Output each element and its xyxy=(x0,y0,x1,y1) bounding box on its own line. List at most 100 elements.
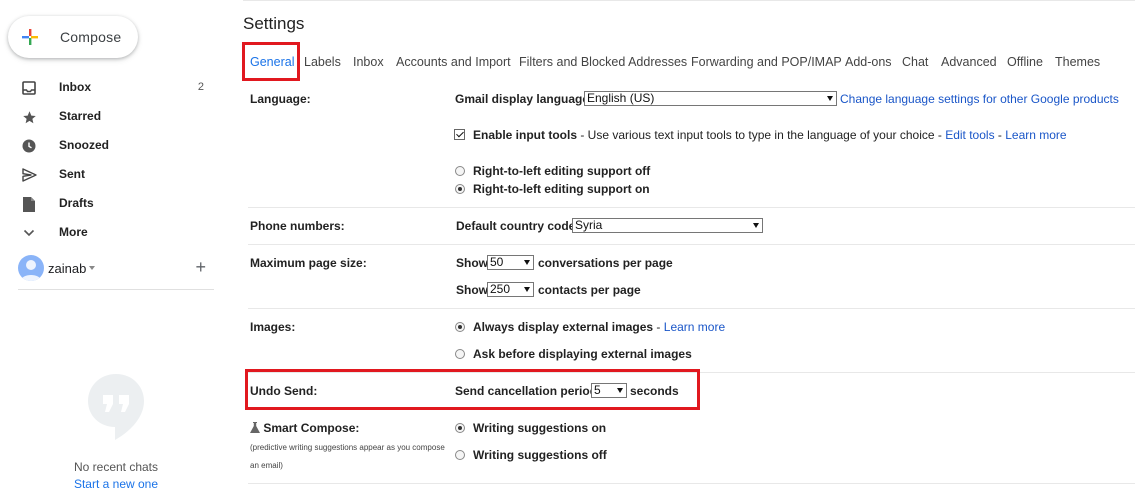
page-size-label: Maximum page size: xyxy=(250,256,367,270)
show-label: Show xyxy=(456,256,488,270)
add-icon[interactable]: + xyxy=(195,257,206,278)
sidebar-item-label: More xyxy=(59,225,88,239)
country-code-select[interactable]: Syria xyxy=(572,218,763,233)
ask-before-radio[interactable] xyxy=(455,349,465,359)
input-tools-line: Enable input tools - Use various text in… xyxy=(473,128,1067,142)
avatar xyxy=(18,255,44,281)
separator: - xyxy=(994,128,1006,142)
always-display-line: Always display external images - Learn m… xyxy=(473,320,725,334)
flask-icon xyxy=(250,422,260,433)
images-label: Images: xyxy=(250,320,296,334)
row-divider xyxy=(248,244,1135,245)
dropdown-arrow-icon xyxy=(524,260,530,265)
dropdown-arrow-icon xyxy=(753,223,759,228)
hangouts-icon xyxy=(88,374,144,440)
row-divider xyxy=(248,483,1135,484)
tab-forwarding[interactable]: Forwarding and POP/IMAP xyxy=(691,55,842,69)
rtl-off-radio[interactable] xyxy=(455,166,465,176)
sidebar-item-drafts[interactable]: Drafts xyxy=(0,189,230,218)
always-display-radio[interactable] xyxy=(455,322,465,332)
highlight-box xyxy=(245,369,700,410)
rtl-on-label: Right-to-left editing support on xyxy=(473,182,650,196)
account-name: zainab xyxy=(48,261,87,276)
dropdown-arrow-icon xyxy=(827,96,833,101)
tab-filters[interactable]: Filters and Blocked Addresses xyxy=(519,55,687,69)
draft-icon xyxy=(21,196,37,212)
sidebar-item-sent[interactable]: Sent xyxy=(0,160,230,189)
writing-suggestions-off-radio[interactable] xyxy=(455,450,465,460)
chevron-down-icon xyxy=(21,225,37,241)
sidebar-item-starred[interactable]: Starred xyxy=(0,102,230,131)
start-chat-link[interactable]: Start a new one xyxy=(0,477,232,491)
row-divider xyxy=(248,308,1135,309)
select-value: Syria xyxy=(575,218,603,232)
input-tools-desc: - Use various text input tools to type i… xyxy=(577,128,946,142)
tab-labels[interactable]: Labels xyxy=(304,55,341,69)
settings-panel: Settings General Labels Inbox Accounts a… xyxy=(230,0,1135,485)
separator: - xyxy=(653,320,664,334)
sidebar-item-more[interactable]: More xyxy=(0,218,230,247)
sidebar-item-snoozed[interactable]: Snoozed xyxy=(0,131,230,160)
tab-add-ons[interactable]: Add-ons xyxy=(845,55,892,69)
sidebar-item-label: Starred xyxy=(59,109,102,123)
send-icon xyxy=(21,167,37,183)
smart-compose-note: (predictive writing suggestions appear a… xyxy=(250,443,445,452)
writing-suggestions-on-radio[interactable] xyxy=(455,423,465,433)
caret-down-icon[interactable] xyxy=(89,266,95,270)
change-language-link[interactable]: Change language settings for other Googl… xyxy=(840,92,1119,106)
sidebar-item-label: Inbox xyxy=(59,80,91,94)
divider xyxy=(18,289,214,290)
learn-more-link[interactable]: Learn more xyxy=(664,320,725,334)
no-chats-text: No recent chats xyxy=(73,460,159,474)
select-value: English (US) xyxy=(587,91,655,105)
tab-accounts-and-import[interactable]: Accounts and Import xyxy=(396,55,511,69)
sidebar-item-label: Drafts xyxy=(59,196,94,210)
star-icon xyxy=(21,109,37,125)
rtl-on-radio[interactable] xyxy=(455,184,465,194)
sidebar-item-label: Sent xyxy=(59,167,86,181)
contacts-per-page-select[interactable]: 250 xyxy=(487,282,534,297)
display-language-select[interactable]: English (US) xyxy=(584,91,837,106)
input-tools-label: Enable input tools xyxy=(473,128,577,142)
divider xyxy=(243,0,1135,1)
show-label: Show xyxy=(456,283,488,297)
country-code-label: Default country code: xyxy=(456,219,580,233)
conversations-suffix: conversations per page xyxy=(538,256,673,270)
writing-suggestions-on-label: Writing suggestions on xyxy=(473,421,607,435)
learn-more-link[interactable]: Learn more xyxy=(1005,128,1066,142)
conversations-per-page-select[interactable]: 50 xyxy=(487,255,534,270)
contacts-suffix: contacts per page xyxy=(538,283,641,297)
plus-icon xyxy=(22,29,38,45)
display-language-label: Gmail display language: xyxy=(455,92,594,106)
sidebar: Compose Inbox 2 Starred Snoozed Sent Dra… xyxy=(0,0,230,491)
edit-tools-link[interactable]: Edit tools xyxy=(945,128,994,142)
select-value: 250 xyxy=(490,282,511,296)
page-title: Settings xyxy=(243,14,305,33)
ask-before-label: Ask before displaying external images xyxy=(473,347,692,361)
tab-offline[interactable]: Offline xyxy=(1007,55,1043,69)
compose-label: Compose xyxy=(60,29,122,45)
tab-chat[interactable]: Chat xyxy=(902,55,928,69)
language-label: Language: xyxy=(250,92,311,106)
unread-count: 2 xyxy=(197,81,204,93)
input-tools-checkbox[interactable] xyxy=(454,129,465,140)
row-divider xyxy=(248,207,1135,208)
writing-suggestions-off-label: Writing suggestions off xyxy=(473,448,607,462)
highlight-box xyxy=(242,42,300,81)
dropdown-arrow-icon xyxy=(524,287,530,292)
tab-themes[interactable]: Themes xyxy=(1055,55,1100,69)
select-value: 50 xyxy=(490,255,504,269)
sidebar-item-label: Snoozed xyxy=(59,138,109,152)
sidebar-item-inbox[interactable]: Inbox 2 xyxy=(0,73,230,102)
tab-inbox[interactable]: Inbox xyxy=(353,55,384,69)
inbox-icon xyxy=(21,80,37,96)
smart-compose-line: Smart Compose: xyxy=(250,421,359,435)
nav-list: Inbox 2 Starred Snoozed Sent Drafts More xyxy=(0,73,230,247)
tab-advanced[interactable]: Advanced xyxy=(941,55,997,69)
smart-compose-label: Smart Compose: xyxy=(263,421,360,435)
phone-label: Phone numbers: xyxy=(250,219,345,233)
account-switcher[interactable]: zainab + xyxy=(18,255,214,285)
compose-button[interactable]: Compose xyxy=(8,16,138,58)
always-display-label: Always display external images xyxy=(473,320,654,334)
smart-compose-note: an email) xyxy=(250,461,283,470)
